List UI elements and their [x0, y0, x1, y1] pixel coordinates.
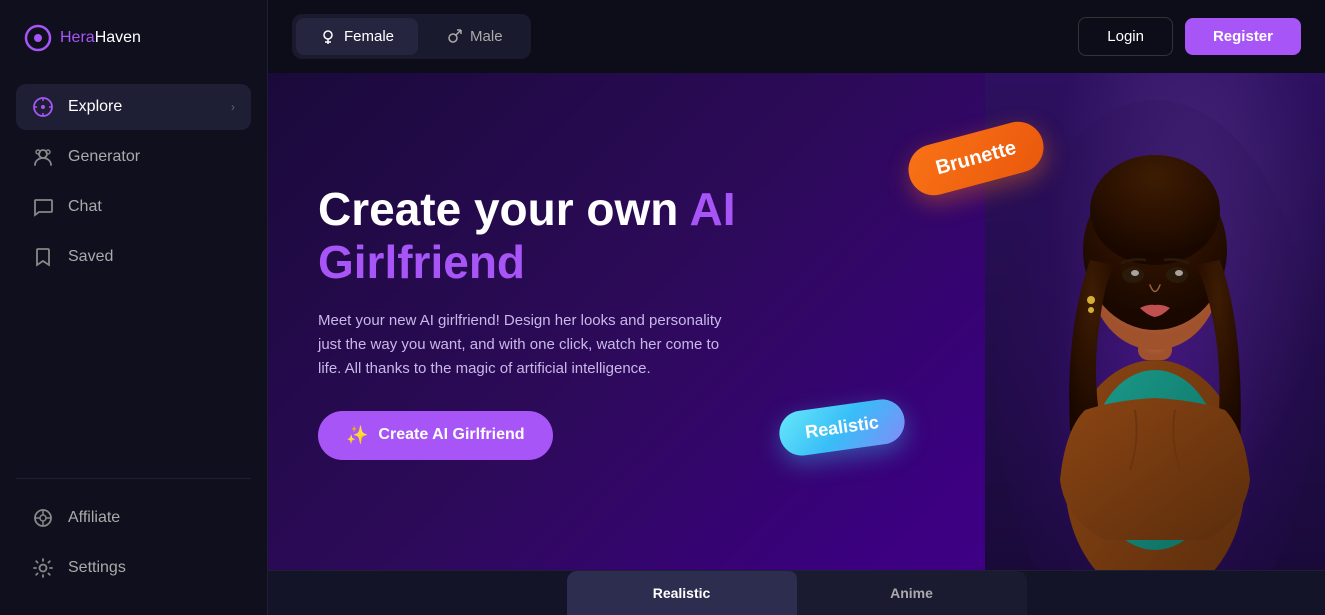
sidebar-item-saved[interactable]: Saved: [16, 234, 251, 280]
chevron-right-icon: ›: [231, 100, 235, 114]
logo-text: HeraHaven: [60, 29, 141, 47]
hero-banner: Create your own AI Girlfriend Meet your …: [268, 73, 1325, 570]
generator-icon: [32, 146, 54, 168]
chat-icon: [32, 196, 54, 218]
sidebar: HeraHaven Explore ›: [0, 0, 268, 615]
hero-content: Create your own AI Girlfriend Meet your …: [268, 143, 788, 500]
topbar: Female Male Login Register: [268, 0, 1325, 73]
hero-title-line2: Girlfriend: [318, 236, 525, 288]
sidebar-item-settings-label: Settings: [68, 559, 235, 577]
gender-tab-male[interactable]: Male: [422, 18, 527, 55]
main-nav: Explore › Generator Chat: [0, 84, 267, 462]
sidebar-item-affiliate-label: Affiliate: [68, 509, 235, 527]
sidebar-item-explore-label: Explore: [68, 98, 217, 116]
auth-buttons: Login Register: [1078, 17, 1301, 56]
sidebar-item-chat[interactable]: Chat: [16, 184, 251, 230]
register-button[interactable]: Register: [1185, 18, 1301, 55]
affiliate-icon: [32, 507, 54, 529]
tag-realistic: Realistic: [776, 396, 907, 458]
settings-icon: [32, 557, 54, 579]
wand-icon: ✨: [346, 425, 368, 446]
hera-haven-logo-icon: [24, 24, 52, 52]
style-tabs-bar: Realistic Anime: [268, 570, 1325, 615]
hero-title: Create your own AI Girlfriend: [318, 183, 738, 289]
login-button[interactable]: Login: [1078, 17, 1173, 56]
compass-icon: [32, 96, 54, 118]
main-content: Female Male Login Register Create your o…: [268, 0, 1325, 615]
style-tab-realistic[interactable]: Realistic: [567, 571, 797, 615]
sidebar-bottom: Affiliate Settings: [0, 495, 267, 591]
sidebar-item-generator[interactable]: Generator: [16, 134, 251, 180]
gender-tab-female[interactable]: Female: [296, 18, 418, 55]
sidebar-item-explore[interactable]: Explore ›: [16, 84, 251, 130]
sidebar-divider: [16, 478, 251, 479]
sidebar-item-affiliate[interactable]: Affiliate: [16, 495, 251, 541]
female-icon: [320, 29, 336, 45]
sidebar-item-chat-label: Chat: [68, 198, 235, 216]
sidebar-item-saved-label: Saved: [68, 248, 235, 266]
sidebar-item-generator-label: Generator: [68, 148, 235, 166]
male-icon: [446, 29, 462, 45]
hero-description: Meet your new AI girlfriend! Design her …: [318, 309, 738, 381]
style-tab-anime[interactable]: Anime: [797, 571, 1027, 615]
style-tabs-inner: Realistic Anime: [567, 571, 1027, 615]
create-girlfriend-button[interactable]: ✨ Create AI Girlfriend: [318, 411, 553, 460]
gender-tab-group: Female Male: [292, 14, 531, 59]
logo: HeraHaven: [0, 24, 267, 84]
hero-title-line1: Create your own AI: [318, 183, 735, 235]
sidebar-item-settings[interactable]: Settings: [16, 545, 251, 591]
bookmark-icon: [32, 246, 54, 268]
